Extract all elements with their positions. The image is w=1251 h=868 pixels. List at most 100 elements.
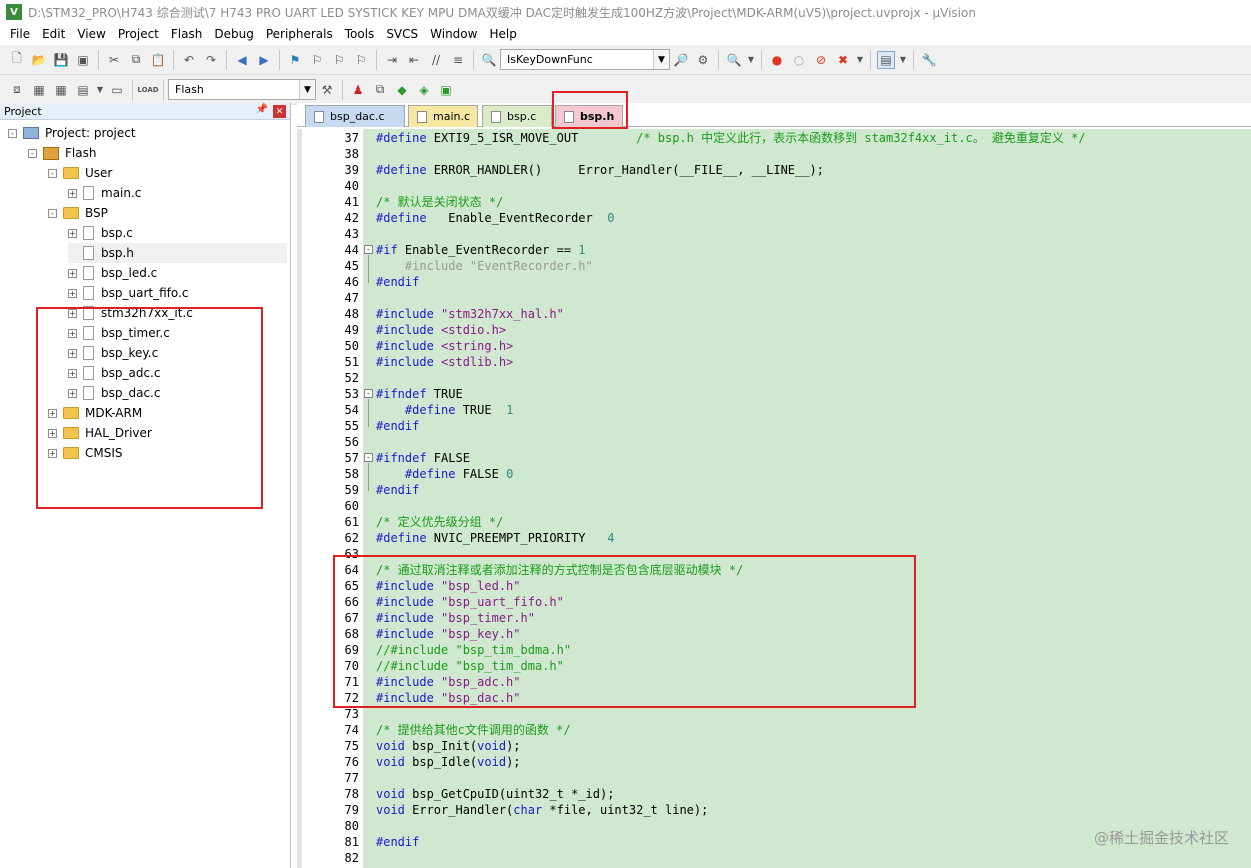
line-number: 75 [344,739,359,753]
new-file-icon[interactable]: 🗋 [8,51,26,69]
unindent-icon[interactable]: ⇤ [405,51,423,69]
tree-item-target[interactable]: - Flash [28,143,96,163]
open-file-icon[interactable]: 📂 [30,51,48,69]
collapse-icon[interactable]: - [8,128,17,138]
tab-bsp-c[interactable]: bsp.c [482,105,552,127]
fold-collapse-icon[interactable]: - [364,245,373,254]
collapse-icon[interactable]: - [28,148,37,158]
chevron-down-icon[interactable]: ▼ [96,81,104,99]
chevron-down-icon[interactable]: ▼ [653,50,669,69]
menu-help[interactable]: Help [483,24,522,44]
menu-flash[interactable]: Flash [165,24,208,44]
line-number: 52 [344,371,359,385]
tree-item-file[interactable]: bsp.h [68,243,287,263]
nav-forward-icon[interactable]: ▶ [255,51,273,69]
tree-item-folder[interactable]: - BSP [48,203,108,223]
tab-label: bsp_dac.c [330,110,385,123]
chevron-down-icon[interactable]: ▼ [899,51,907,69]
fold-collapse-icon[interactable]: - [364,453,373,462]
run-time-env-icon[interactable]: ▣ [437,81,455,99]
undo-icon[interactable]: ↶ [180,51,198,69]
select-packs-icon[interactable]: ◆ [393,81,411,99]
menu-file[interactable]: File [4,24,36,44]
fold-collapse-icon[interactable]: - [364,389,373,398]
window-layout-icon[interactable]: ▤ [877,50,895,69]
menu-view[interactable]: View [71,24,111,44]
indent-icon[interactable]: ⇥ [383,51,401,69]
expand-icon[interactable]: + [68,288,77,298]
menu-tools[interactable]: Tools [339,24,381,44]
find-in-files-icon[interactable]: 🔍 [480,51,498,69]
chevron-down-icon[interactable]: ▼ [299,80,315,99]
code-token: #define [376,163,434,177]
tree-item-file[interactable]: + bsp.c [68,223,133,243]
stop-build-icon[interactable]: ▭ [108,81,126,99]
disable-breakpoint-icon[interactable]: ○ [790,51,808,69]
translate-icon[interactable]: ⧈ [8,81,26,99]
tree-item-file[interactable]: + bsp_led.c [68,263,157,283]
nav-back-icon[interactable]: ◀ [233,51,251,69]
prev-bookmark-icon[interactable]: ⚐ [308,51,326,69]
close-icon[interactable]: ✕ [273,105,286,118]
menu-project[interactable]: Project [112,24,165,44]
rebuild-icon[interactable]: ▦ [52,81,70,99]
menu-window[interactable]: Window [424,24,483,44]
batch-build-icon[interactable]: ▤ [74,81,92,99]
breakpoint-icon[interactable]: ● [768,51,786,69]
manage-components-icon[interactable]: ♟ [349,81,367,99]
next-bookmark-icon[interactable]: ⚐ [330,51,348,69]
kill-breakpoints-icon[interactable]: ✖ [834,51,852,69]
comment-icon[interactable]: // [427,51,445,69]
find-icon[interactable]: 🔎 [672,51,690,69]
tree-item-folder[interactable]: - User [48,163,112,183]
tree-item-project[interactable]: - Project: project [8,123,136,143]
expand-icon[interactable]: + [68,228,77,238]
clear-bookmarks-icon[interactable]: ⚐ [352,51,370,69]
redo-icon[interactable]: ↷ [202,51,220,69]
disable-all-breakpoints-icon[interactable]: ⊘ [812,51,830,69]
chevron-down-icon[interactable]: ▼ [747,51,755,69]
tree-item-file[interactable]: + main.c [68,183,141,203]
chevron-down-icon[interactable]: ▼ [856,51,864,69]
expand-icon[interactable]: + [68,268,77,278]
pack-installer-icon[interactable]: ◈ [415,81,433,99]
menu-svcs[interactable]: SVCS [380,24,424,44]
code-area[interactable]: 37 38 39 40 41 42 43 44 45 46 47 48 49 50 51 52 53 54 55 56… [297,129,1251,868]
build-icon[interactable]: ▦ [30,81,48,99]
code-token: FALSE [433,451,470,465]
save-icon[interactable]: 💾 [52,51,70,69]
copy-icon[interactable]: ⧉ [127,51,145,69]
code-line: /* 定义优先级分组 */ [376,514,503,530]
tab-bsp_dac-c[interactable]: bsp_dac.c [305,105,405,127]
cut-icon[interactable]: ✂ [105,51,123,69]
download-icon[interactable]: LOAD [137,81,158,99]
debug-session-icon[interactable]: 🔍 [725,51,743,69]
uncomment-icon[interactable]: ≡ [449,51,467,69]
collapse-icon[interactable]: - [48,208,57,218]
collapse-icon[interactable]: - [48,168,57,178]
code-line: #endif [376,274,419,290]
menu-edit[interactable]: Edit [36,24,71,44]
configure-icon[interactable]: 🔧 [920,51,938,69]
tree-item-file[interactable]: + bsp_uart_fifo.c [68,283,188,303]
file-icon [83,186,94,200]
code-token: #endif [376,483,420,497]
target-options-icon[interactable]: ⚒ [318,81,336,99]
code-token: "stm32h7xx_hal.h" [441,307,564,321]
code-line: #endif [376,482,419,498]
menu-peripherals[interactable]: Peripherals [260,24,339,44]
menu-debug[interactable]: Debug [208,24,259,44]
paste-icon[interactable]: 📋 [149,51,167,69]
code-token: ); [506,739,521,753]
incremental-find-icon[interactable]: ⚙ [694,51,712,69]
expand-icon[interactable]: + [68,188,77,198]
tab-main-c[interactable]: main.c [408,105,478,127]
save-all-icon[interactable]: ▣ [74,51,92,69]
code-token: 4 [607,531,615,545]
pin-icon[interactable]: 📌 [256,104,268,115]
target-combo[interactable]: Flash ▼ [168,79,316,100]
find-combo[interactable]: IsKeyDownFunc ▼ [500,49,670,70]
file-extensions-icon[interactable]: ⧉ [371,81,389,99]
bookmark-icon[interactable]: ⚑ [286,51,304,69]
target-icon [43,146,59,160]
